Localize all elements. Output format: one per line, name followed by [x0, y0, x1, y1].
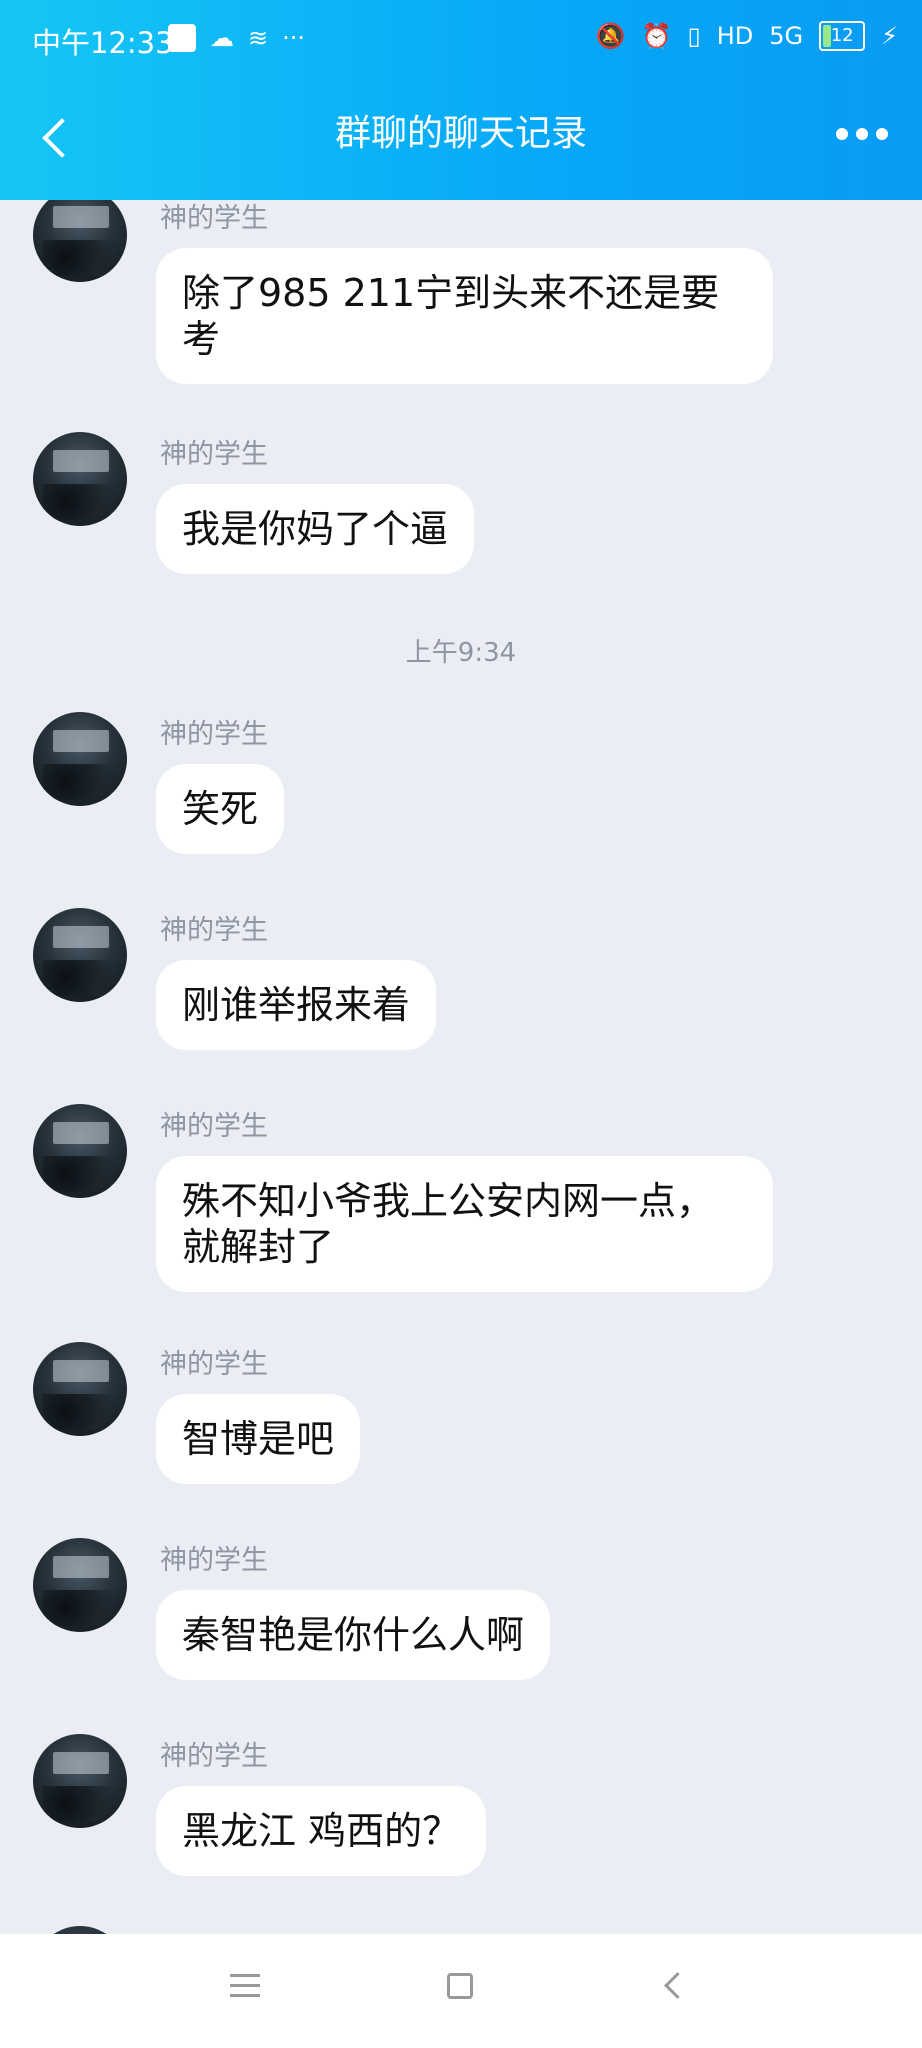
- wifi-icon: ≋: [248, 24, 269, 52]
- message-bubble[interactable]: 除了985 211宁到头来不还是要考: [156, 248, 773, 384]
- message-bubble[interactable]: 笑死: [156, 764, 285, 854]
- message-bubble[interactable]: 智博是吧: [156, 1394, 361, 1484]
- sender-name: 神的学生: [160, 1741, 268, 1772]
- message-bubble[interactable]: 殊不知小爷我上公安内网一点，就解封了: [156, 1156, 773, 1292]
- more-options-button[interactable]: [836, 128, 888, 140]
- top-bar: 中午12:33 ☁ ≋ ··· 🔕 ⏰ ▯ HD 5G 12 ⚡ 群聊的聊天记录: [0, 0, 922, 200]
- alarm-icon: ⏰: [641, 22, 672, 50]
- mute-icon: 🔕: [595, 22, 626, 50]
- sender-name: 神的学生: [160, 719, 268, 750]
- battery-level: 12: [830, 25, 854, 46]
- avatar[interactable]: [33, 432, 127, 526]
- avatar[interactable]: [33, 712, 127, 806]
- page-title: 群聊的聊天记录: [334, 113, 587, 154]
- notification-square-icon: [168, 24, 196, 52]
- avatar[interactable]: [33, 1734, 127, 1828]
- sender-name: 神的学生: [160, 203, 268, 234]
- charging-icon: ⚡: [881, 22, 898, 50]
- status-left-icons: ☁ ≋ ···: [168, 22, 305, 54]
- sender-name: 神的学生: [160, 1111, 268, 1142]
- sender-name: 神的学生: [160, 439, 268, 470]
- avatar[interactable]: [33, 1104, 127, 1198]
- hd-icon: HD: [716, 22, 754, 50]
- sender-name: 神的学生: [160, 915, 268, 946]
- time-divider: 上午9:34: [405, 638, 517, 668]
- message-bubble[interactable]: 秦智艳是你什么人啊: [156, 1590, 551, 1680]
- message-bubble[interactable]: 黑龙江 鸡西的？: [156, 1786, 487, 1876]
- system-nav-bar: [0, 1934, 922, 2048]
- message-bubble[interactable]: 我是你妈了个逼: [156, 484, 475, 574]
- more-dot-icon: [836, 128, 848, 140]
- avatar[interactable]: [33, 1538, 127, 1632]
- menu-nav-button[interactable]: [230, 1974, 260, 1998]
- home-nav-button[interactable]: [447, 1973, 473, 1999]
- signal-5g-icon: 5G: [769, 22, 804, 50]
- sender-name: 神的学生: [160, 1349, 268, 1380]
- more-dot-icon: [876, 128, 888, 140]
- sender-name: 神的学生: [160, 1545, 268, 1576]
- message-bubble[interactable]: 刚谁举报来着: [156, 960, 437, 1050]
- back-nav-button[interactable]: [664, 1972, 691, 1999]
- cloud-icon: ☁: [210, 24, 234, 52]
- status-right-icons: 🔕 ⏰ ▯ HD 5G 12 ⚡: [596, 20, 898, 52]
- more-dot-icon: [856, 128, 868, 140]
- status-bar: 中午12:33 ☁ ≋ ··· 🔕 ⏰ ▯ HD 5G 12 ⚡: [0, 0, 922, 80]
- avatar[interactable]: [33, 200, 127, 282]
- avatar[interactable]: [33, 908, 127, 1002]
- status-time: 中午12:33: [32, 26, 174, 60]
- chat-list[interactable]: 神的学生 除了985 211宁到头来不还是要考 神的学生 我是你妈了个逼 上午9…: [0, 200, 922, 1934]
- more-notifications-icon: ···: [282, 24, 305, 52]
- battery-icon: 12: [819, 21, 866, 51]
- avatar[interactable]: [33, 1342, 127, 1436]
- avatar[interactable]: [33, 1926, 127, 1934]
- vibrate-icon: ▯: [687, 22, 701, 50]
